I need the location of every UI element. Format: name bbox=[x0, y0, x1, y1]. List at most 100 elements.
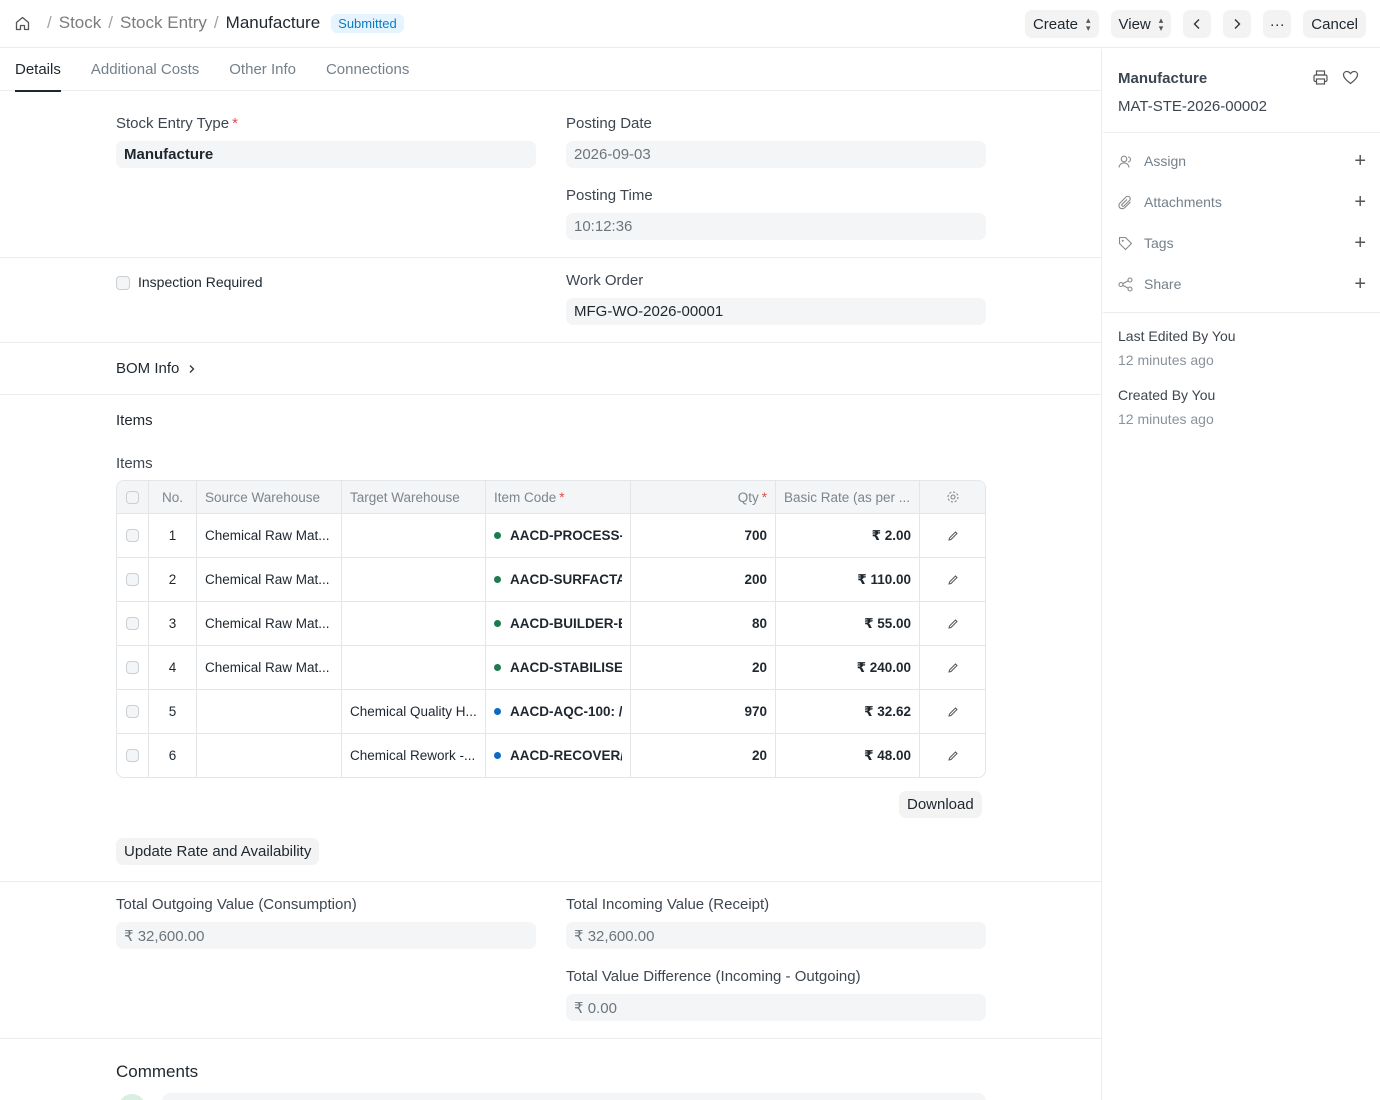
next-button[interactable] bbox=[1223, 10, 1252, 38]
plus-icon[interactable]: + bbox=[1354, 191, 1366, 214]
tab-details[interactable]: Details bbox=[15, 49, 61, 92]
row-checkbox[interactable] bbox=[126, 617, 139, 630]
row-source-warehouse[interactable] bbox=[196, 690, 341, 733]
sidebar-item-assign[interactable]: Assign + bbox=[1118, 149, 1366, 173]
update-rate-button[interactable]: Update Rate and Availability bbox=[116, 838, 320, 865]
sidebar-item-label: Tags bbox=[1144, 235, 1174, 251]
comment-input[interactable] bbox=[162, 1093, 986, 1100]
row-edit-button[interactable] bbox=[919, 558, 985, 601]
row-item-code[interactable]: AACD-STABILISEI bbox=[485, 646, 630, 689]
pencil-icon bbox=[947, 706, 958, 717]
posting-time-label: Posting Time bbox=[566, 187, 653, 204]
view-button-label: View bbox=[1118, 15, 1151, 33]
cancel-button[interactable]: Cancel bbox=[1303, 10, 1366, 38]
row-qty[interactable]: 200 bbox=[630, 558, 775, 601]
chevron-left-icon bbox=[1193, 19, 1200, 29]
table-header: No. Source Warehouse Target Warehouse It… bbox=[117, 481, 985, 513]
inspection-required-label: Inspection Required bbox=[138, 274, 263, 290]
plus-icon[interactable]: + bbox=[1354, 273, 1366, 296]
row-rate[interactable]: ₹ 2.00 bbox=[775, 514, 919, 557]
row-source-warehouse[interactable]: Chemical Raw Mat... bbox=[196, 602, 341, 645]
total-difference-field[interactable]: ₹ 0.00 bbox=[566, 994, 986, 1021]
toolbar-actions: Create ▴ ▾ View ▴ ▾ ··· Cancel bbox=[1024, 10, 1366, 38]
row-qty[interactable]: 80 bbox=[630, 602, 775, 645]
sidebar-item-share[interactable]: Share + bbox=[1118, 272, 1366, 296]
row-source-warehouse[interactable]: Chemical Raw Mat... bbox=[196, 646, 341, 689]
plus-icon[interactable]: + bbox=[1354, 232, 1366, 255]
row-checkbox[interactable] bbox=[126, 573, 139, 586]
table-row[interactable]: 6 Chemical Rework -... AACD-RECOVER/ 20 … bbox=[117, 733, 985, 777]
work-order-field[interactable]: MFG-WO-2026-00001 bbox=[566, 298, 986, 325]
view-button[interactable]: View ▴ ▾ bbox=[1110, 10, 1172, 38]
row-target-warehouse[interactable] bbox=[341, 646, 485, 689]
posting-date-field[interactable]: 2026-09-03 bbox=[566, 141, 986, 168]
row-source-warehouse[interactable] bbox=[196, 734, 341, 777]
pencil-icon bbox=[947, 574, 958, 585]
tab-additional-costs[interactable]: Additional Costs bbox=[91, 49, 199, 91]
row-target-warehouse[interactable] bbox=[341, 558, 485, 601]
row-qty[interactable]: 700 bbox=[630, 514, 775, 557]
column-settings-button[interactable] bbox=[919, 481, 985, 513]
plus-icon[interactable]: + bbox=[1354, 150, 1366, 173]
row-item-code[interactable]: AACD-AQC-100: / bbox=[485, 690, 630, 733]
sidebar-item-attachments[interactable]: Attachments + bbox=[1118, 190, 1366, 214]
row-item-code[interactable]: AACD-BUILDER-E bbox=[485, 602, 630, 645]
row-qty[interactable]: 20 bbox=[630, 646, 775, 689]
total-incoming-field[interactable]: ₹ 32,600.00 bbox=[566, 922, 986, 949]
sidebar-item-label: Assign bbox=[1144, 153, 1187, 169]
row-item-code[interactable]: AACD-PROCESS- bbox=[485, 514, 630, 557]
total-outgoing-field[interactable]: ₹ 32,600.00 bbox=[116, 922, 536, 949]
row-edit-button[interactable] bbox=[919, 646, 985, 689]
row-item-code-text: AACD-AQC-100: / bbox=[510, 704, 622, 719]
row-item-code[interactable]: AACD-SURFACTA bbox=[485, 558, 630, 601]
row-target-warehouse[interactable] bbox=[341, 602, 485, 645]
table-row[interactable]: 4 Chemical Raw Mat... AACD-STABILISEI 20… bbox=[117, 645, 985, 689]
row-target-warehouse[interactable]: Chemical Quality H... bbox=[341, 690, 485, 733]
row-checkbox[interactable] bbox=[126, 749, 139, 762]
breadcrumb-separator: / bbox=[47, 13, 52, 32]
create-button[interactable]: Create ▴ ▾ bbox=[1024, 10, 1099, 38]
table-row[interactable]: 1 Chemical Raw Mat... AACD-PROCESS- 700 … bbox=[117, 513, 985, 557]
sidebar-item-tags[interactable]: Tags + bbox=[1118, 231, 1366, 255]
print-button[interactable] bbox=[1312, 69, 1329, 89]
like-button[interactable] bbox=[1342, 69, 1359, 89]
row-source-warehouse[interactable]: Chemical Raw Mat... bbox=[196, 514, 341, 557]
row-rate[interactable]: ₹ 32.62 bbox=[775, 690, 919, 733]
row-source-warehouse[interactable]: Chemical Raw Mat... bbox=[196, 558, 341, 601]
row-rate[interactable]: ₹ 110.00 bbox=[775, 558, 919, 601]
select-all-checkbox[interactable] bbox=[126, 490, 139, 504]
top-bar: / Stock / Stock Entry / Manufacture Subm… bbox=[0, 0, 1380, 48]
row-target-warehouse[interactable] bbox=[341, 514, 485, 557]
row-item-code[interactable]: AACD-RECOVER/ bbox=[485, 734, 630, 777]
inspection-required-checkbox[interactable] bbox=[116, 276, 130, 290]
row-edit-button[interactable] bbox=[919, 734, 985, 777]
row-edit-button[interactable] bbox=[919, 514, 985, 557]
table-row[interactable]: 5 Chemical Quality H... AACD-AQC-100: / … bbox=[117, 689, 985, 733]
total-incoming-label: Total Incoming Value (Receipt) bbox=[566, 896, 770, 913]
row-rate[interactable]: ₹ 48.00 bbox=[775, 734, 919, 777]
bom-info-section-toggle[interactable]: BOM Info bbox=[116, 360, 197, 377]
stock-entry-type-field[interactable]: Manufacture bbox=[116, 141, 536, 168]
row-qty[interactable]: 20 bbox=[630, 734, 775, 777]
breadcrumb-stock-entry[interactable]: Stock Entry bbox=[120, 13, 207, 33]
table-row[interactable]: 2 Chemical Raw Mat... AACD-SURFACTA 200 … bbox=[117, 557, 985, 601]
home-icon[interactable] bbox=[14, 14, 32, 32]
row-rate[interactable]: ₹ 55.00 bbox=[775, 602, 919, 645]
row-qty[interactable]: 970 bbox=[630, 690, 775, 733]
row-target-warehouse[interactable]: Chemical Rework -... bbox=[341, 734, 485, 777]
tab-other-info[interactable]: Other Info bbox=[229, 49, 296, 91]
download-button[interactable]: Download bbox=[899, 791, 982, 818]
row-checkbox[interactable] bbox=[126, 661, 139, 674]
row-edit-button[interactable] bbox=[919, 690, 985, 733]
breadcrumb-separator: / bbox=[108, 13, 113, 32]
breadcrumb-stock[interactable]: Stock bbox=[59, 13, 102, 33]
row-checkbox[interactable] bbox=[126, 529, 139, 542]
previous-button[interactable] bbox=[1183, 10, 1212, 38]
tab-connections[interactable]: Connections bbox=[326, 49, 409, 91]
more-button[interactable]: ··· bbox=[1263, 10, 1292, 38]
table-row[interactable]: 3 Chemical Raw Mat... AACD-BUILDER-E 80 … bbox=[117, 601, 985, 645]
row-rate[interactable]: ₹ 240.00 bbox=[775, 646, 919, 689]
row-checkbox[interactable] bbox=[126, 705, 139, 718]
row-edit-button[interactable] bbox=[919, 602, 985, 645]
posting-time-field[interactable]: 10:12:36 bbox=[566, 213, 986, 240]
